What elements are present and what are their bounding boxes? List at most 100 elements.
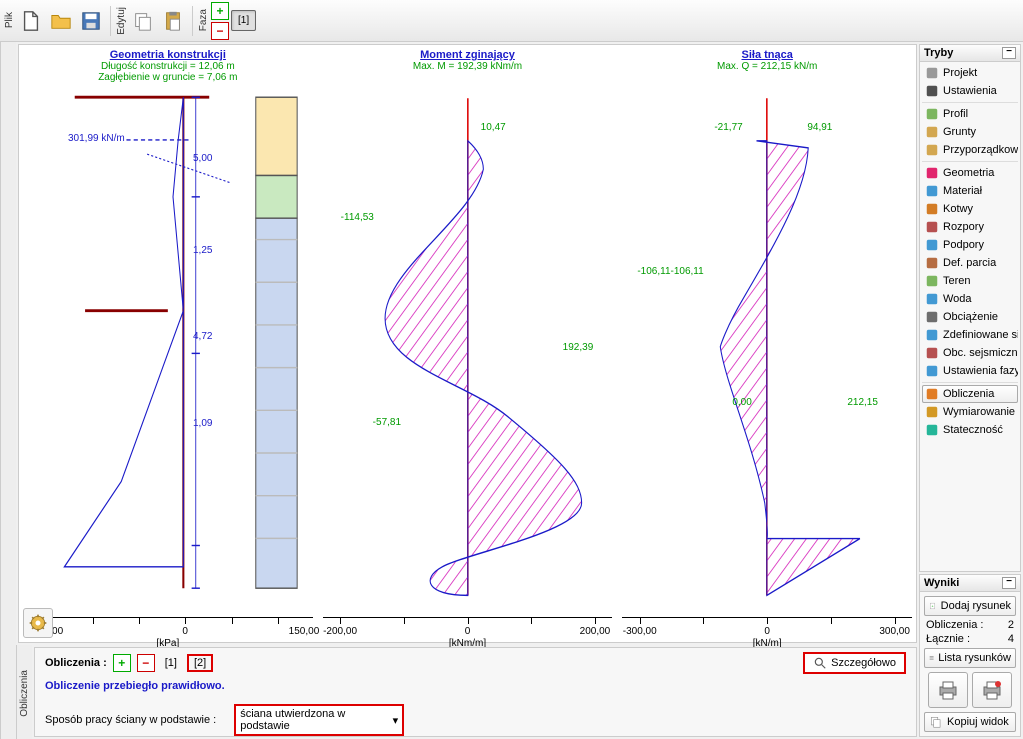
moment-v4: -57,81: [373, 417, 401, 428]
geometry-title: Geometria konstrukcji: [110, 49, 226, 61]
geom-d4: 1,09: [193, 418, 212, 429]
modes-panel: Tryby − ProjektUstawienia ProfilGruntyPrzy…: [919, 44, 1021, 572]
moment-xmin: -200,00: [323, 626, 357, 637]
shear-v5: 212,15: [847, 397, 878, 408]
geometry-plot: Geometria konstrukcji Długość konstrukcj…: [23, 49, 313, 638]
canvas-settings-button[interactable]: [23, 608, 53, 638]
shear-v4: 0,00: [732, 397, 751, 408]
add-drawing-button[interactable]: +Dodaj rysunek: [924, 596, 1016, 616]
open-file-button[interactable]: [47, 5, 75, 37]
moment-plot: Moment zginający Max. M = 192,39 kNm/m 1…: [323, 49, 613, 638]
minimize-results-button[interactable]: −: [1002, 577, 1016, 589]
add-phase-button[interactable]: +: [211, 2, 229, 20]
mode-item-ustawienia-fazy[interactable]: Ustawienia fazy: [922, 362, 1018, 380]
geom-force-label: 301,99 kN/m: [68, 133, 125, 144]
shear-v2: 94,91: [807, 122, 832, 133]
results-panel: Wyniki− +Dodaj rysunek Obliczenia :2 Łąc…: [919, 574, 1021, 737]
paste-button[interactable]: [159, 5, 187, 37]
mode-item-stateczno-[interactable]: Stateczność: [922, 421, 1018, 439]
mode-icon: [925, 256, 939, 270]
mode-item-projekt[interactable]: Projekt: [922, 64, 1018, 82]
print-color-button[interactable]: [972, 672, 1012, 708]
shear-xmid: 0: [764, 626, 770, 637]
mode-item-materia-[interactable]: Materiał: [922, 182, 1018, 200]
calc-label: Obliczenia :: [45, 657, 107, 669]
copy-icon: [929, 715, 943, 729]
mode-item-podpory[interactable]: Podpory: [922, 236, 1018, 254]
geom-xmax: 150,00: [289, 626, 320, 637]
mode-item-obc-sejsmiczne[interactable]: Obc. sejsmiczne: [922, 344, 1018, 362]
minimize-modes-button[interactable]: −: [1002, 47, 1016, 59]
mode-icon: [925, 310, 939, 324]
shear-xmax: 300,00: [879, 626, 910, 637]
add-calc-phase-button[interactable]: +: [113, 654, 131, 672]
mode-item-obci-enie[interactable]: Obciążenie: [922, 308, 1018, 326]
mode-icon: [925, 292, 939, 306]
shear-xmin: -300,00: [623, 626, 657, 637]
mode-item-geometria[interactable]: Geometria: [922, 164, 1018, 182]
save-file-button[interactable]: [77, 5, 105, 37]
results-total-label: Łącznie :: [926, 633, 970, 645]
mode-icon: [925, 423, 939, 437]
phase-1-button[interactable]: [1]: [231, 10, 256, 31]
mode-icon: [925, 405, 939, 419]
mode-item-kotwy[interactable]: Kotwy: [922, 200, 1018, 218]
magnifier-icon: [813, 656, 827, 670]
phase-label: Faza: [198, 7, 209, 33]
mode-item-przyporz-dkow-[interactable]: Przyporządkow.: [922, 141, 1018, 159]
results-header: Wyniki: [924, 577, 959, 589]
moment-v3: 192,39: [563, 342, 594, 353]
mode-item-obliczenia[interactable]: Obliczenia: [922, 385, 1018, 403]
plus-page-icon: +: [929, 599, 937, 613]
remove-phase-button[interactable]: −: [211, 22, 229, 40]
moment-v2: -114,53: [341, 212, 374, 223]
print-bw-button[interactable]: [928, 672, 968, 708]
mode-icon: [925, 220, 939, 234]
svg-text:+: +: [931, 604, 933, 608]
mode-item-grunty[interactable]: Grunty: [922, 123, 1018, 141]
moment-v1: 10,47: [481, 122, 506, 133]
new-file-button[interactable]: [17, 5, 45, 37]
detailed-button[interactable]: Szczegółowo: [803, 652, 906, 674]
shear-v3: -106,11-106,11: [637, 266, 703, 277]
mode-icon: [925, 328, 939, 342]
left-side-tab[interactable]: [0, 42, 16, 739]
calc-phase-2[interactable]: [2]: [187, 654, 213, 672]
mode-item-zdefiniowane-si-y[interactable]: Zdefiniowane siły: [922, 326, 1018, 344]
calc-phase-1[interactable]: [1]: [161, 655, 181, 671]
geometry-sub1: Długość konstrukcji = 12,06 m: [101, 61, 235, 72]
mode-item-rozpory[interactable]: Rozpory: [922, 218, 1018, 236]
moment-xmax: 200,00: [580, 626, 611, 637]
results-calc-value: 2: [1008, 619, 1014, 631]
mode-icon: [925, 202, 939, 216]
remove-calc-phase-button[interactable]: −: [137, 654, 155, 672]
modes-header: Tryby: [924, 47, 953, 59]
mode-icon: [925, 66, 939, 80]
shear-v1: -21,77: [714, 122, 742, 133]
geom-d2: 1,25: [193, 245, 212, 256]
copy-button[interactable]: [129, 5, 157, 37]
mode-icon: [925, 238, 939, 252]
moment-sub: Max. M = 192,39 kNm/m: [413, 61, 522, 72]
bottom-side-tab[interactable]: Obliczenia: [16, 645, 32, 739]
edit-label: Edytuj: [116, 5, 127, 37]
right-column: Tryby − ProjektUstawienia ProfilGruntyPrzy…: [919, 42, 1023, 739]
printer-icon: [936, 678, 960, 702]
drawing-list-button[interactable]: Lista rysunków: [924, 648, 1016, 668]
mode-item-def-parcia[interactable]: Def. parcia: [922, 254, 1018, 272]
geom-d3: 4,72: [193, 331, 212, 342]
mode-icon: [925, 125, 939, 139]
mode-item-teren[interactable]: Teren: [922, 272, 1018, 290]
mode-item-ustawienia[interactable]: Ustawienia: [922, 82, 1018, 100]
mode-item-woda[interactable]: Woda: [922, 290, 1018, 308]
mode-item-wymiarowanie[interactable]: Wymiarowanie: [922, 403, 1018, 421]
mode-icon: [925, 346, 939, 360]
mode-icon: [925, 184, 939, 198]
calculations-panel: Obliczenia : + − [1] [2] Szczegółowo Obl…: [34, 647, 917, 737]
mode-icon: [925, 143, 939, 157]
file-label: Plik: [4, 10, 15, 30]
mode-item-profil[interactable]: Profil: [922, 105, 1018, 123]
copy-view-button[interactable]: Kopiuj widok: [924, 712, 1016, 732]
fixity-combo[interactable]: ściana utwierdzona w podstawie ▾: [234, 704, 404, 736]
geom-xmid: 0: [182, 626, 188, 637]
